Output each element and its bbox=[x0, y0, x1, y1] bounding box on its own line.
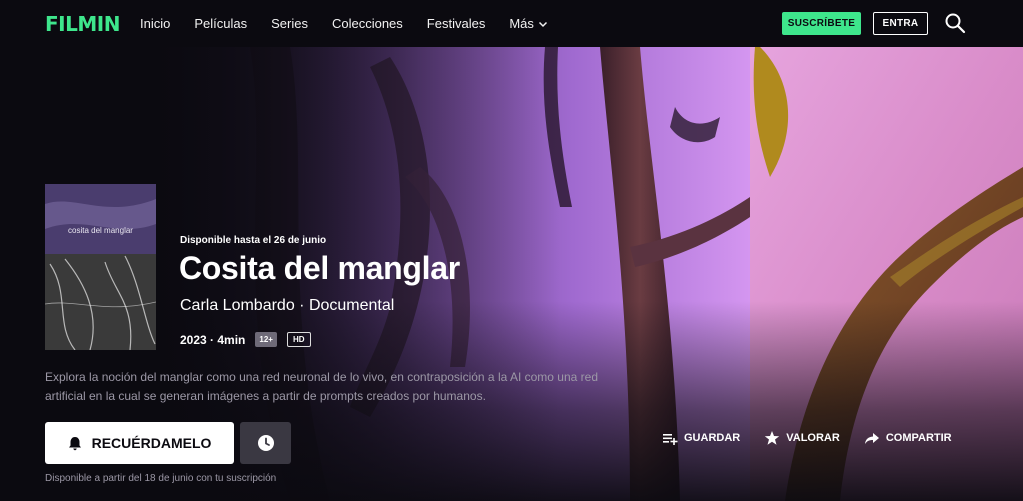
subscribe-button[interactable]: SUSCRÍBETE bbox=[782, 12, 861, 35]
save-label: GUARDAR bbox=[684, 432, 741, 444]
filmin-logo[interactable]: FILMIN bbox=[45, 12, 120, 36]
nav-item-series[interactable]: Series bbox=[271, 16, 308, 31]
star-icon bbox=[765, 431, 780, 445]
availability-text: Disponible hasta el 26 de junio bbox=[180, 235, 327, 246]
rate-label: VALORAR bbox=[786, 432, 840, 444]
share-button[interactable]: COMPARTIR bbox=[864, 430, 952, 446]
clock-icon bbox=[257, 435, 274, 451]
year-duration: 2023 · 4min bbox=[180, 332, 246, 347]
nav-item-festivales[interactable]: Festivales bbox=[427, 16, 486, 31]
playlist-add-icon bbox=[663, 434, 678, 445]
schedule-button[interactable] bbox=[240, 422, 291, 464]
remind-me-label: RECUÉRDAMELO bbox=[91, 435, 212, 451]
search-icon[interactable] bbox=[944, 12, 966, 34]
hero-section: cosita del manglar Disponible hasta el 2… bbox=[0, 47, 1023, 501]
rate-button[interactable]: VALORAR bbox=[764, 430, 840, 446]
save-button[interactable]: GUARDAR bbox=[662, 430, 740, 446]
nav-item-peliculas[interactable]: Películas bbox=[194, 16, 247, 31]
share-label: COMPARTIR bbox=[885, 432, 952, 444]
synopsis: Explora la noción del manglar como una r… bbox=[45, 370, 599, 403]
nav-item-mas[interactable]: Más bbox=[509, 16, 548, 31]
remind-me-button[interactable]: RECUÉRDAMELO bbox=[45, 422, 234, 464]
main-menu: Inicio Películas Series Colecciones Fest… bbox=[140, 16, 572, 31]
bell-icon bbox=[68, 436, 81, 450]
hd-badge: HD bbox=[286, 332, 311, 347]
action-bar: GUARDAR VALORAR COMPARTIR bbox=[662, 430, 952, 446]
page-title: Cosita del manglar bbox=[179, 250, 460, 286]
login-button[interactable]: ENTRA bbox=[873, 12, 928, 35]
subscription-note: Disponible a partir del 18 de junio con … bbox=[45, 473, 277, 484]
nav-item-inicio[interactable]: Inicio bbox=[140, 16, 170, 31]
meta-row: 2023 · 4min 12+ HD bbox=[180, 332, 311, 347]
nav-more-label: Más bbox=[509, 16, 534, 31]
credits-text: Carla Lombardo · Documental bbox=[180, 297, 395, 314]
share-arrow-icon bbox=[864, 433, 879, 444]
chevron-down-icon bbox=[538, 21, 547, 27]
age-rating-badge: 12+ bbox=[255, 332, 277, 347]
poster-title: cosita del manglar bbox=[68, 226, 133, 235]
top-navbar: FILMIN Inicio Películas Series Coleccion… bbox=[0, 0, 1023, 47]
poster-artwork bbox=[45, 184, 156, 350]
nav-item-colecciones[interactable]: Colecciones bbox=[332, 16, 403, 31]
movie-poster[interactable]: cosita del manglar bbox=[45, 184, 156, 350]
